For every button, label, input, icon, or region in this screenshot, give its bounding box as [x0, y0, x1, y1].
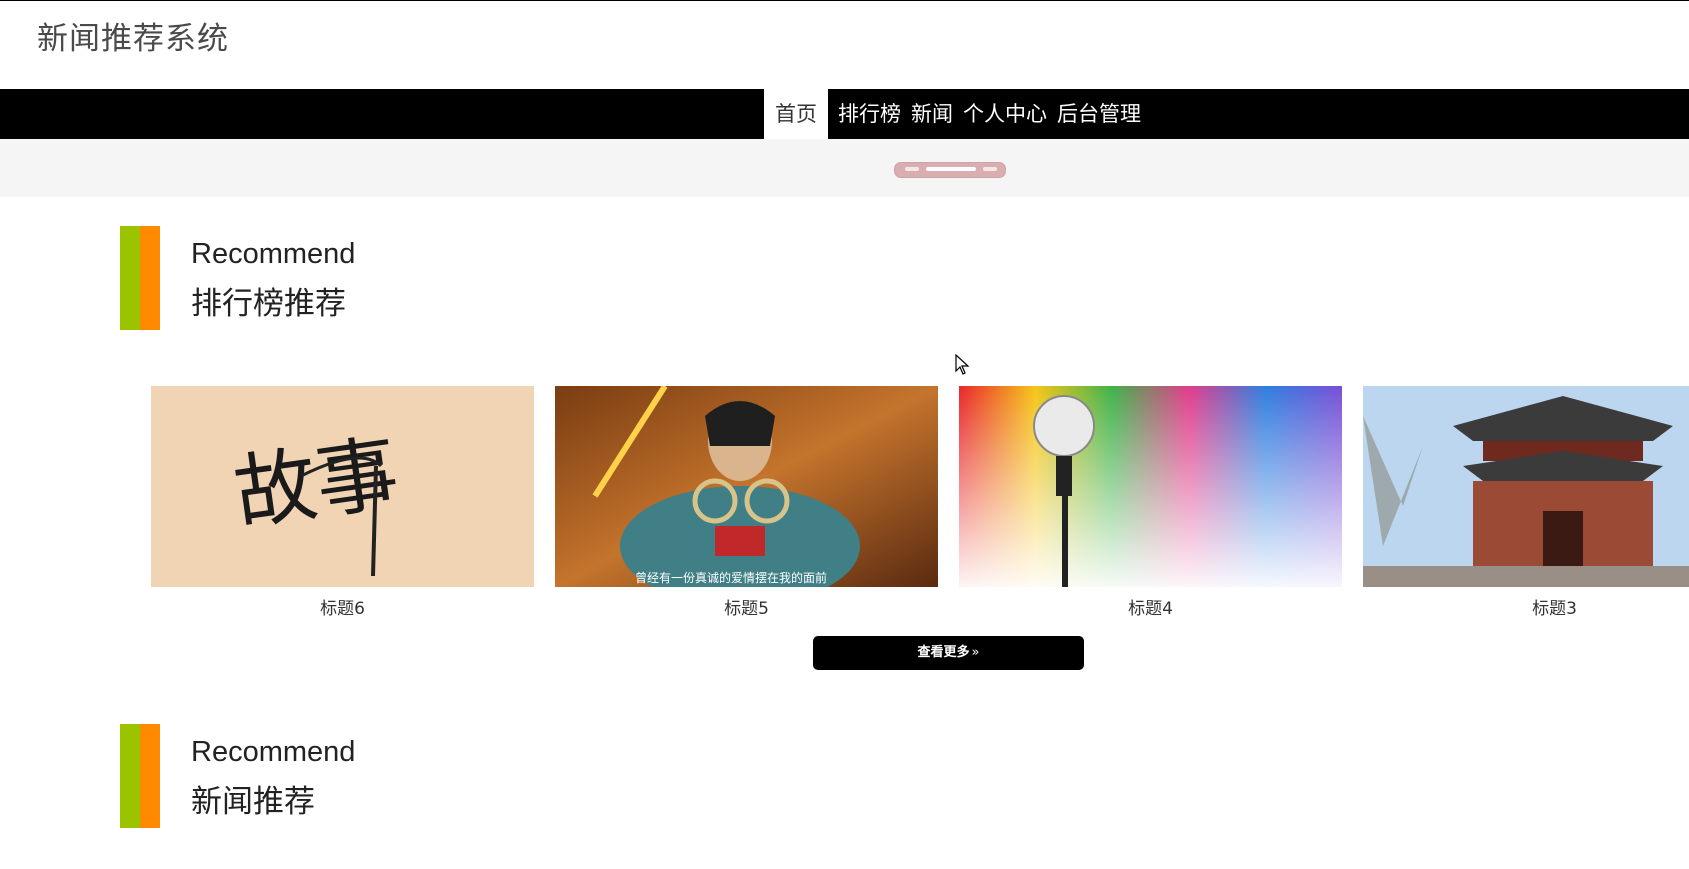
- section-rank-subtitle: Recommend: [191, 238, 356, 270]
- view-more-button[interactable]: 查看更多»: [813, 636, 1084, 670]
- news-card-caption[interactable]: 标题4: [959, 594, 1342, 619]
- section-rank-title: 排行榜推荐: [191, 286, 346, 322]
- top-border-line: [0, 0, 1689, 1]
- carousel-pager: [894, 162, 1006, 178]
- news-card-5[interactable]: 曾经有一份真诚的爱情摆在我的面前 标题5: [555, 386, 938, 619]
- nav-items: 首页 排行榜 新闻 个人中心 后台管理: [764, 89, 1146, 139]
- section-accent-orange: [140, 724, 160, 828]
- carousel-dot-2-active[interactable]: [926, 167, 976, 171]
- news-card-6[interactable]: 故事 标题6: [151, 386, 534, 619]
- section-news-subtitle: Recommend: [191, 736, 356, 768]
- main-navbar: 首页 排行榜 新闻 个人中心 后台管理: [0, 89, 1689, 139]
- nav-item-admin[interactable]: 后台管理: [1052, 89, 1146, 139]
- section-news-title: 新闻推荐: [191, 784, 315, 820]
- news-card-4[interactable]: 标题4: [959, 386, 1342, 619]
- carousel-dot-1[interactable]: [905, 167, 919, 171]
- section-accent-green: [120, 226, 140, 330]
- section-accent-green: [120, 724, 140, 828]
- carousel-dot-3[interactable]: [983, 167, 997, 171]
- double-chevron-right-icon: »: [971, 645, 980, 660]
- news-thumbnail-movie-still[interactable]: 曾经有一份真诚的爱情摆在我的面前: [555, 386, 938, 587]
- news-card-caption[interactable]: 标题3: [1363, 594, 1689, 619]
- section-accent-orange: [140, 226, 160, 330]
- carousel-banner: [0, 139, 1689, 197]
- nav-item-news[interactable]: 新闻: [906, 89, 958, 139]
- news-card-3[interactable]: 标题3: [1363, 386, 1689, 619]
- news-card-caption[interactable]: 标题6: [151, 594, 534, 619]
- nav-item-personal-center[interactable]: 个人中心: [958, 89, 1052, 139]
- news-card-caption[interactable]: 标题5: [555, 594, 938, 619]
- news-thumbnail-pavilion[interactable]: [1363, 386, 1689, 587]
- mouse-cursor-icon: [955, 354, 970, 375]
- news-thumbnail-microphone[interactable]: [959, 386, 1342, 587]
- nav-item-home[interactable]: 首页: [764, 89, 828, 139]
- site-title: 新闻推荐系统: [37, 21, 229, 57]
- view-more-label: 查看更多: [917, 645, 970, 660]
- nav-item-ranking[interactable]: 排行榜: [833, 89, 906, 139]
- video-subtitle: 曾经有一份真诚的爱情摆在我的面前: [635, 570, 827, 585]
- news-thumbnail-calligraphy[interactable]: 故事: [151, 386, 534, 587]
